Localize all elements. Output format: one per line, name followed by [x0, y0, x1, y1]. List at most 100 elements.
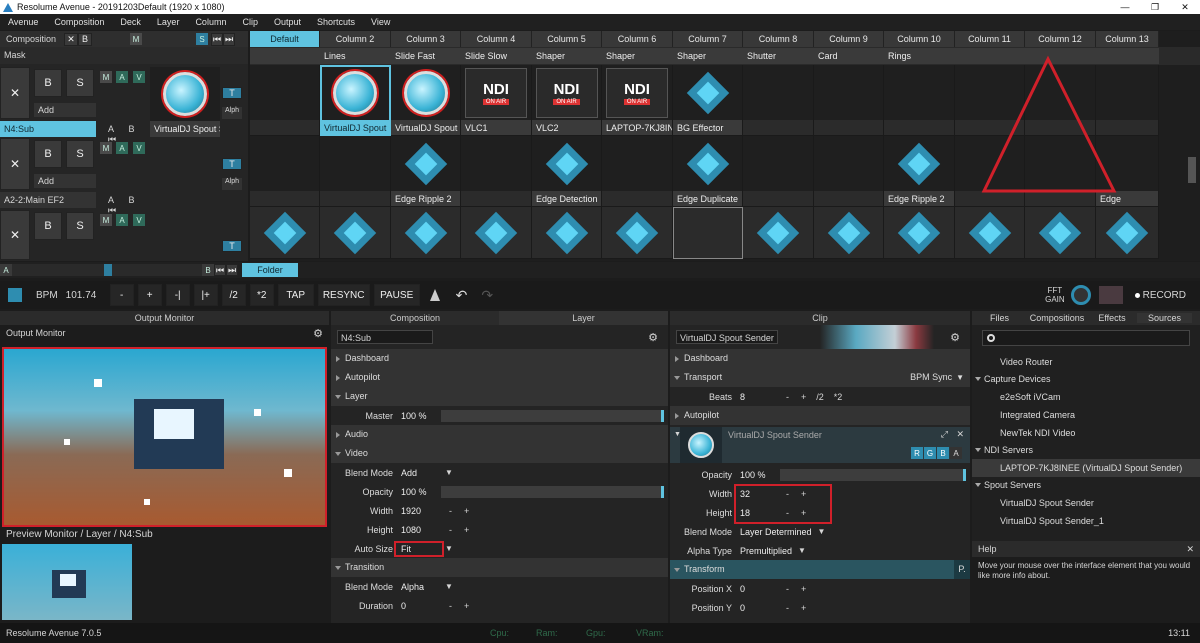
- layer-2-t-button[interactable]: T: [222, 158, 242, 170]
- position-x-minus-button[interactable]: -: [786, 584, 789, 594]
- column-header[interactable]: Column 11: [955, 31, 1025, 47]
- tab-compositions[interactable]: Compositions: [1027, 313, 1087, 323]
- resync-button[interactable]: RESYNC: [317, 284, 370, 306]
- source-newtek-ndi-video[interactable]: NewTek NDI Video: [972, 424, 1200, 442]
- prev-column-button[interactable]: ⏮: [211, 32, 223, 46]
- chevron-down-icon[interactable]: ▼: [818, 527, 826, 536]
- clip-dashboard-section[interactable]: Dashboard: [670, 349, 970, 368]
- double-bpm-button[interactable]: *2: [249, 284, 274, 306]
- duration-plus-button[interactable]: +: [464, 601, 469, 611]
- clip-cell[interactable]: [814, 136, 884, 207]
- bpm-plus-button[interactable]: +: [137, 284, 162, 306]
- width-minus-button[interactable]: -: [449, 506, 452, 516]
- clip-opacity-slider[interactable]: [780, 468, 966, 481]
- ndi-servers-header[interactable]: NDI Servers: [972, 442, 1200, 459]
- clip-cell[interactable]: [673, 207, 743, 259]
- column-header[interactable]: Column 2: [320, 31, 391, 47]
- clip-cell[interactable]: [250, 207, 320, 259]
- mask-cell[interactable]: Card: [814, 48, 884, 64]
- video-section[interactable]: Video: [331, 444, 668, 463]
- channel-a-toggle[interactable]: A: [950, 447, 962, 459]
- position-x-value[interactable]: 0: [736, 584, 784, 594]
- column-header[interactable]: Column 5: [532, 31, 602, 47]
- autopilot-section[interactable]: Autopilot: [331, 368, 668, 387]
- source-spout-sender-1[interactable]: VirtualDJ Spout Sender_1: [972, 512, 1200, 530]
- opacity-slider[interactable]: [441, 485, 664, 498]
- half-bpm-button[interactable]: /2: [221, 284, 246, 306]
- nudge-minus-button[interactable]: -|: [165, 284, 190, 306]
- clip-cell[interactable]: [602, 136, 673, 207]
- folder-tab[interactable]: Folder: [242, 263, 298, 277]
- source-video-router[interactable]: Video Router: [972, 353, 1200, 371]
- next-column-button[interactable]: ⏭: [223, 32, 235, 46]
- layer-1-t-button[interactable]: T: [222, 87, 242, 99]
- dashboard-section[interactable]: Dashboard: [331, 349, 668, 368]
- transition-section[interactable]: Transition: [331, 558, 668, 577]
- clip-cell[interactable]: Edge Detection: [532, 136, 602, 207]
- menu-layer[interactable]: Layer: [149, 14, 188, 30]
- composition-m-toggle[interactable]: M: [130, 33, 142, 45]
- column-header[interactable]: Column 6: [602, 31, 673, 47]
- layer-2-m-toggle[interactable]: M: [100, 142, 112, 154]
- source-integrated-camera[interactable]: Integrated Camera: [972, 406, 1200, 424]
- transform-section[interactable]: Transform P.: [670, 560, 970, 579]
- minimize-icon[interactable]: —: [1110, 2, 1140, 12]
- clip-cell[interactable]: [461, 207, 532, 259]
- layer-3-t-button[interactable]: T: [222, 240, 242, 252]
- channel-b-toggle[interactable]: B: [937, 447, 949, 459]
- clip-cell[interactable]: [884, 207, 955, 259]
- clip-cell[interactable]: [955, 207, 1025, 259]
- opacity-value[interactable]: 100 %: [397, 487, 437, 497]
- layer-1-clear-button[interactable]: ✕: [0, 67, 30, 119]
- column-header[interactable]: Column 9: [814, 31, 884, 47]
- transform-p-button[interactable]: P.: [954, 560, 970, 579]
- clip-cell[interactable]: [743, 65, 814, 136]
- deck-prev-button[interactable]: ⏮: [214, 264, 226, 276]
- metronome-icon[interactable]: [429, 289, 440, 301]
- audio-section[interactable]: Audio: [331, 425, 668, 444]
- channel-r-toggle[interactable]: R: [911, 447, 923, 459]
- clip-cell[interactable]: VirtualDJ Spout Se...: [391, 65, 461, 136]
- bpm-minus-button[interactable]: -: [109, 284, 134, 306]
- mask-cell[interactable]: Shaper: [673, 48, 743, 64]
- layer-panel-tab[interactable]: Layer: [499, 311, 668, 325]
- position-y-minus-button[interactable]: -: [786, 603, 789, 613]
- composition-b-button[interactable]: B: [78, 32, 92, 46]
- close-window-icon[interactable]: ✕: [1170, 2, 1200, 13]
- clip-cell[interactable]: [320, 136, 391, 207]
- channel-g-toggle[interactable]: G: [924, 447, 936, 459]
- beats-double-button[interactable]: *2: [834, 392, 843, 402]
- chevron-down-icon[interactable]: ▼: [670, 427, 681, 463]
- clip-autopilot-section[interactable]: Autopilot: [670, 406, 970, 425]
- clip-name-field[interactable]: VirtualDJ Spout Sender: [676, 330, 778, 344]
- layer-1-preview-clip[interactable]: VirtualDJ Spout S...: [150, 67, 220, 137]
- clip-blend-dropdown[interactable]: Layer Determined: [736, 527, 812, 537]
- tap-button[interactable]: TAP: [277, 284, 314, 306]
- position-y-plus-button[interactable]: +: [801, 603, 806, 613]
- composition-s-toggle[interactable]: S: [196, 33, 208, 45]
- layer-1-v-toggle[interactable]: V: [133, 71, 145, 83]
- menu-clip[interactable]: Clip: [234, 14, 266, 30]
- layer-2-v-toggle[interactable]: V: [133, 142, 145, 154]
- duration-value[interactable]: 0: [397, 601, 445, 611]
- menu-shortcuts[interactable]: Shortcuts: [309, 14, 363, 30]
- gear-icon[interactable]: ⚙: [648, 331, 658, 344]
- pause-button[interactable]: PAUSE: [373, 284, 420, 306]
- gain-knob-icon[interactable]: [1070, 285, 1091, 305]
- layer-2-bypass-button[interactable]: B: [34, 140, 62, 168]
- layer-2-solo-button[interactable]: S: [66, 140, 94, 168]
- clip-cell[interactable]: [532, 207, 602, 259]
- clip-cell[interactable]: NDION AIRLAPTOP-7KJ8INE...: [602, 65, 673, 136]
- menu-view[interactable]: View: [363, 14, 398, 30]
- layer-3-clear-button[interactable]: ✕: [0, 210, 30, 260]
- column-header[interactable]: Column 10: [884, 31, 955, 47]
- clip-cell[interactable]: [814, 65, 884, 136]
- chevron-down-icon[interactable]: ▼: [445, 582, 453, 591]
- mask-cell[interactable]: Rings: [884, 48, 955, 64]
- menu-avenue[interactable]: Avenue: [0, 14, 46, 30]
- layer-3-m-toggle[interactable]: M: [100, 214, 112, 226]
- crossfader-track[interactable]: [12, 264, 202, 276]
- clip-cell[interactable]: [320, 207, 391, 259]
- width-plus-button[interactable]: +: [464, 506, 469, 516]
- bpm-value[interactable]: 101.74: [66, 290, 110, 301]
